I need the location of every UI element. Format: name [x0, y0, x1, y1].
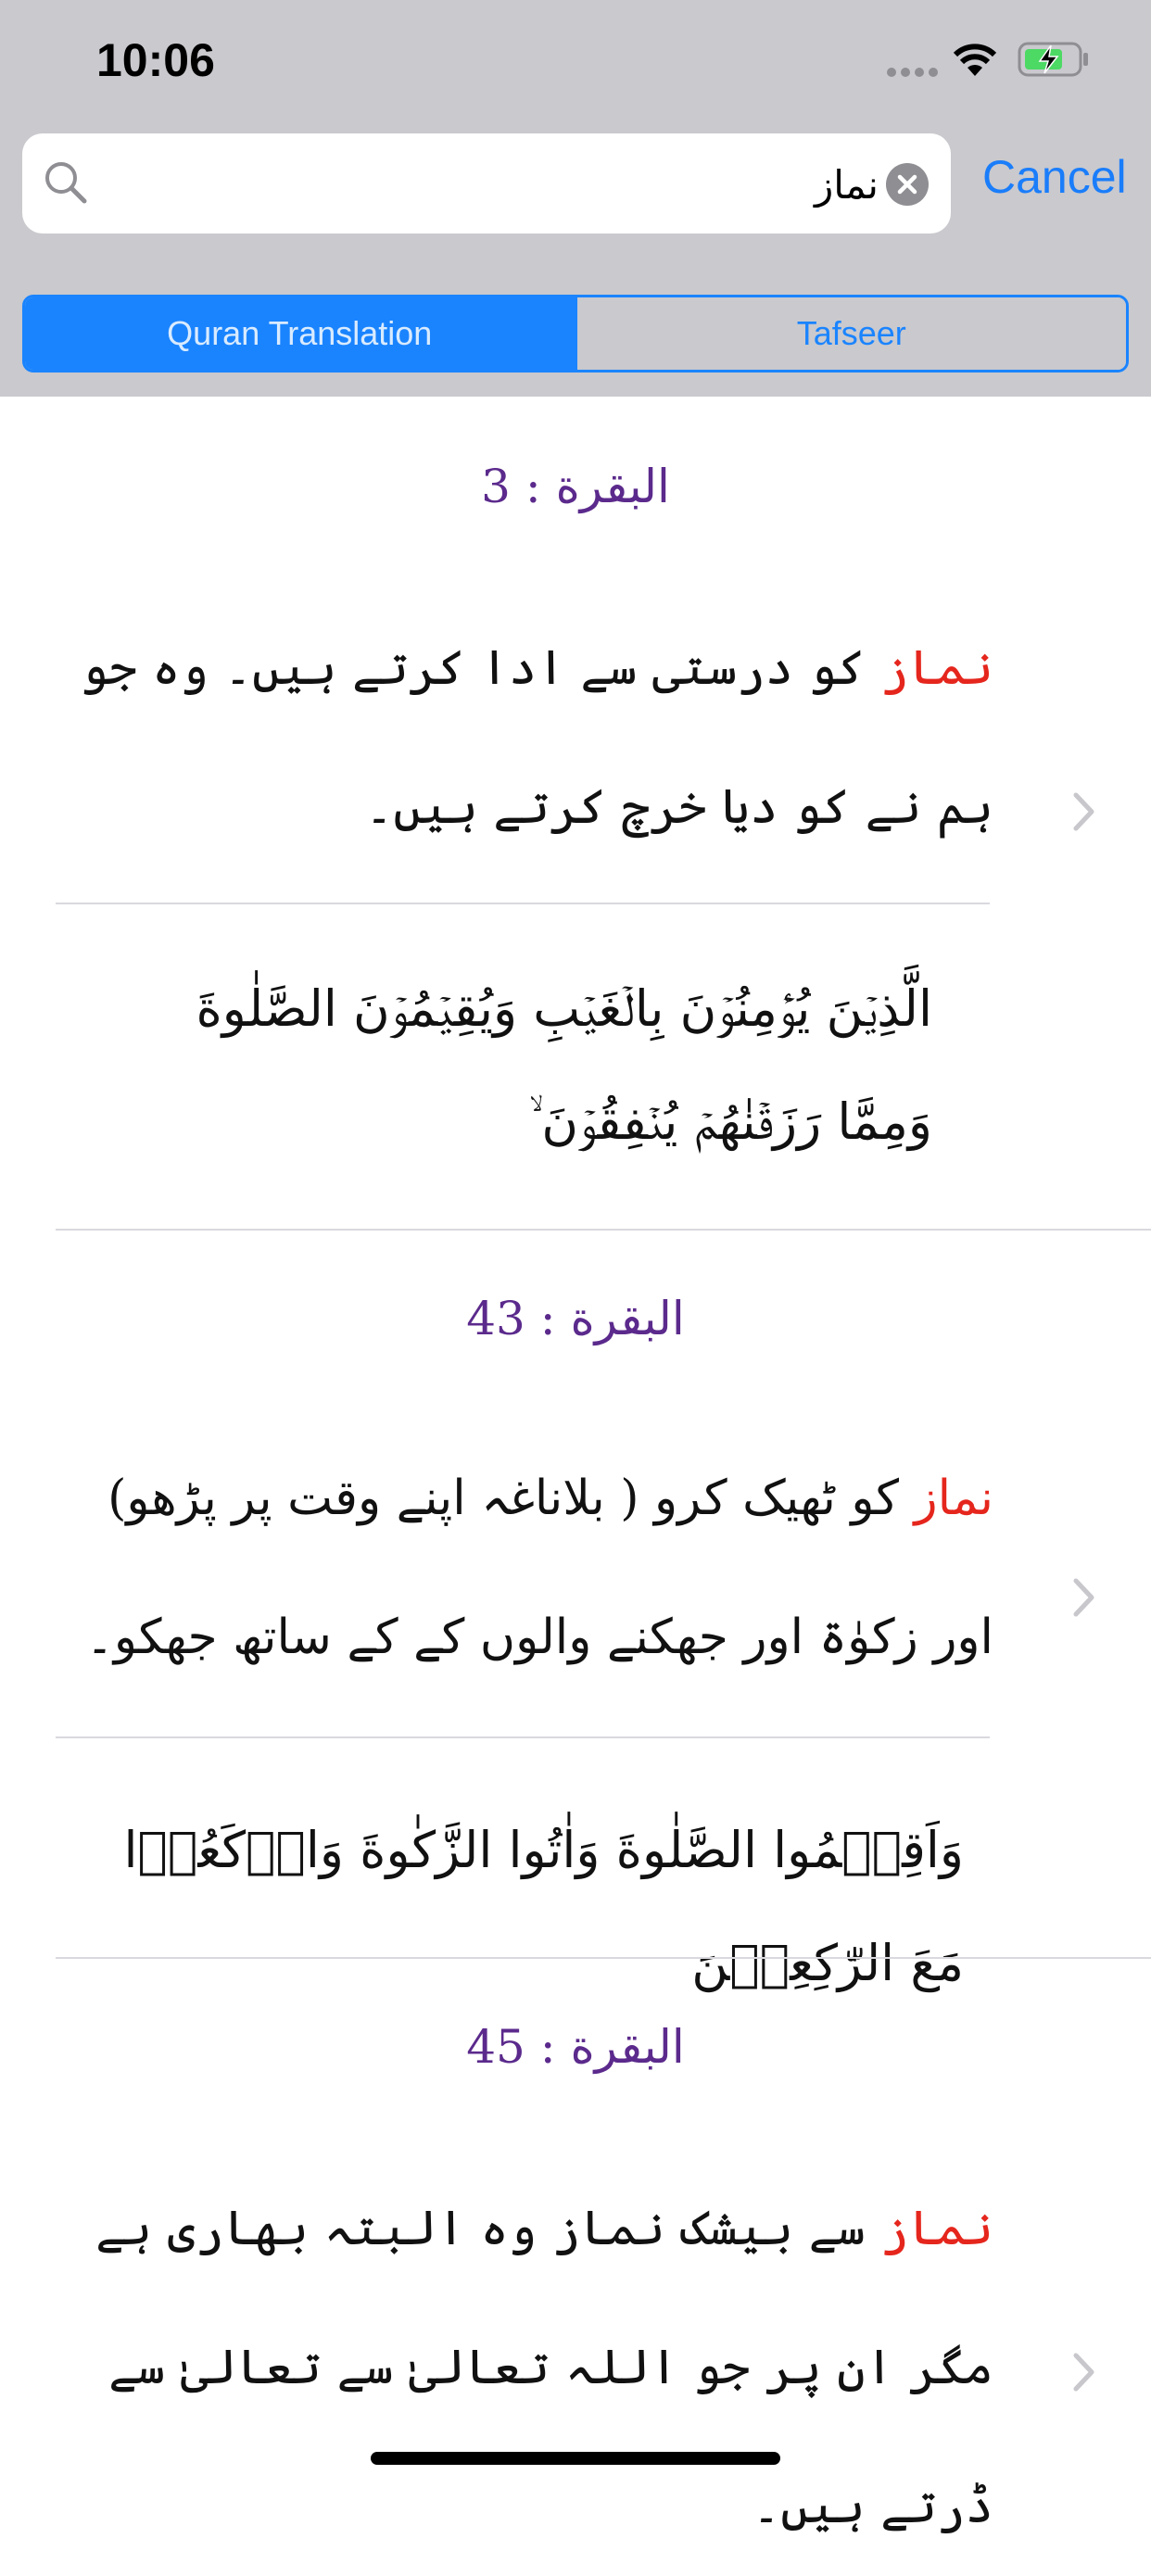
result-reference: البقرة : 3: [481, 460, 670, 513]
search-highlight: نماز: [880, 2201, 993, 2256]
translation-rest: سے بیشک نماز وہ البتہ بھاری ہے مگر ان پر…: [95, 2201, 993, 2534]
translation-text[interactable]: نماز سے بیشک نماز وہ البتہ بھاری ہے مگر …: [74, 2159, 993, 2576]
result-reference: البقرة : 45: [466, 2020, 685, 2074]
tab-quran-translation[interactable]: Quran Translation: [25, 297, 575, 370]
chevron-right-icon[interactable]: [1071, 791, 1097, 836]
wifi-icon: [951, 41, 999, 82]
header: 10:06 نماز Cancel Quran Translation Tafs…: [0, 0, 1151, 397]
arabic-verse[interactable]: وَاَقِيۡمُوا الصَّلٰوةَ وَاٰتُوا الزَّکٰ…: [74, 1794, 964, 2020]
divider: [56, 1736, 990, 1738]
divider: [56, 903, 990, 904]
home-indicator[interactable]: [371, 2452, 780, 2465]
cancel-button[interactable]: Cancel: [982, 150, 1127, 204]
search-input[interactable]: [106, 146, 880, 222]
translation-text[interactable]: نماز کو درستی سے ادا کرتے ہیں۔ وہ جو ہم …: [74, 599, 993, 877]
result-reference: البقرة : 43: [466, 1292, 685, 1345]
divider: [56, 1229, 1151, 1231]
search-bar[interactable]: [22, 133, 951, 234]
signal-icon: [886, 65, 940, 82]
search-highlight: نماز: [914, 1471, 994, 1526]
search-highlight: نماز: [880, 640, 993, 696]
translation-rest: کو درستی سے ادا کرتے ہیں۔ وہ جو ہم نے کو…: [80, 640, 993, 835]
status-time: 10:06: [96, 34, 215, 86]
chevron-right-icon[interactable]: [1071, 1577, 1097, 1622]
arabic-verse[interactable]: الَّذِيۡنَ يُؤۡمِنُوۡنَ بِالۡغَيۡبِ وَيُ…: [111, 953, 932, 1179]
clear-icon[interactable]: [886, 163, 929, 209]
search-row: Cancel: [0, 133, 1151, 234]
segmented-control: Quran Translation Tafseer: [22, 295, 1129, 373]
divider: [56, 1957, 1151, 1959]
translation-text[interactable]: نماز کو ٹھیک کرو ( بلاناغہ اپنے وقت پر پ…: [74, 1429, 993, 1707]
tab-tafseer[interactable]: Tafseer: [574, 297, 1126, 370]
search-icon: [43, 159, 89, 209]
battery-charging-icon: [1018, 41, 1092, 82]
translation-rest: کو ٹھیک کرو ( بلاناغہ اپنے وقت پر پڑھو) …: [85, 1471, 993, 1665]
chevron-right-icon[interactable]: [1071, 2352, 1097, 2396]
status-bar: 10:06: [0, 0, 1151, 122]
